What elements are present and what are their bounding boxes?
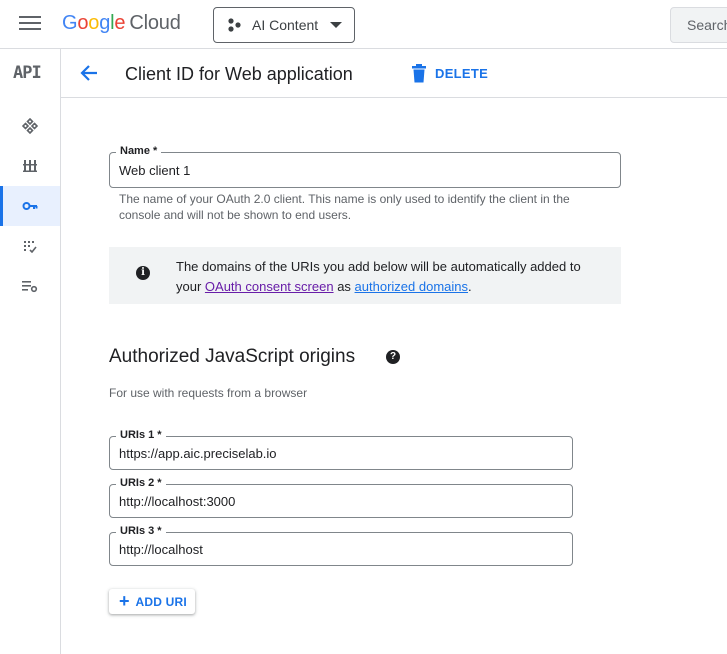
project-picker-button[interactable]: AI Content xyxy=(213,7,355,43)
search-input[interactable] xyxy=(687,17,727,33)
project-name: AI Content xyxy=(252,17,319,33)
name-input[interactable] xyxy=(119,153,611,187)
delete-button[interactable]: DELETE xyxy=(411,60,488,86)
add-uri-label: ADD URI xyxy=(135,594,187,609)
name-helper-text: The name of your OAuth 2.0 client. This … xyxy=(119,192,570,222)
dashboard-icon xyxy=(22,118,38,134)
rail-item-credentials[interactable] xyxy=(0,186,60,226)
library-icon xyxy=(23,160,37,172)
section-title: Authorized JavaScript origins xyxy=(109,346,356,367)
uri-field-1[interactable]: URIs 1 * xyxy=(109,429,573,470)
key-icon xyxy=(22,202,38,210)
api-logo: API xyxy=(13,63,42,83)
page-header: Client ID for Web application DELETE xyxy=(61,49,727,98)
trash-icon xyxy=(412,63,426,82)
uri-field-3[interactable]: URIs 3 * xyxy=(109,525,573,566)
chevron-down-icon xyxy=(330,22,342,28)
settings-list-icon xyxy=(22,281,38,293)
oauth-consent-screen-link[interactable]: OAuth consent screen xyxy=(205,279,334,294)
section-subtitle: For use with requests from a browser xyxy=(109,386,308,400)
uri-input-3[interactable] xyxy=(119,533,563,565)
uri-input-1[interactable] xyxy=(119,437,563,469)
hamburger-menu-icon[interactable] xyxy=(19,16,41,34)
info-banner: i The domains of the URIs you add below … xyxy=(109,247,621,304)
name-field[interactable]: Name * xyxy=(109,145,621,188)
info-icon: i xyxy=(136,266,150,280)
search-bar[interactable] xyxy=(670,7,727,43)
google-cloud-logo[interactable]: Google Cloud xyxy=(62,12,181,35)
info-text: The domains of the URIs you add below wi… xyxy=(176,259,581,294)
project-icon xyxy=(228,18,241,32)
top-app-bar: Google Cloud AI Content xyxy=(0,0,727,49)
delete-label: DELETE xyxy=(435,65,489,81)
rail-item-dashboard[interactable] xyxy=(0,106,60,146)
rail-item-settings[interactable] xyxy=(0,266,60,306)
left-nav-rail: API xyxy=(0,49,61,654)
rail-item-library[interactable] xyxy=(0,146,60,186)
add-uri-button[interactable]: + ADD URI xyxy=(109,589,195,614)
page-title: Client ID for Web application xyxy=(125,64,353,84)
help-icon[interactable]: ? xyxy=(386,350,400,364)
uri-field-2[interactable]: URIs 2 * xyxy=(109,477,573,518)
authorized-domains-link[interactable]: authorized domains xyxy=(355,279,468,294)
plus-icon: + xyxy=(119,590,130,611)
uri-input-2[interactable] xyxy=(119,485,563,517)
consent-icon xyxy=(24,241,37,253)
back-arrow-icon[interactable] xyxy=(78,62,100,84)
rail-item-consent[interactable] xyxy=(0,226,60,266)
